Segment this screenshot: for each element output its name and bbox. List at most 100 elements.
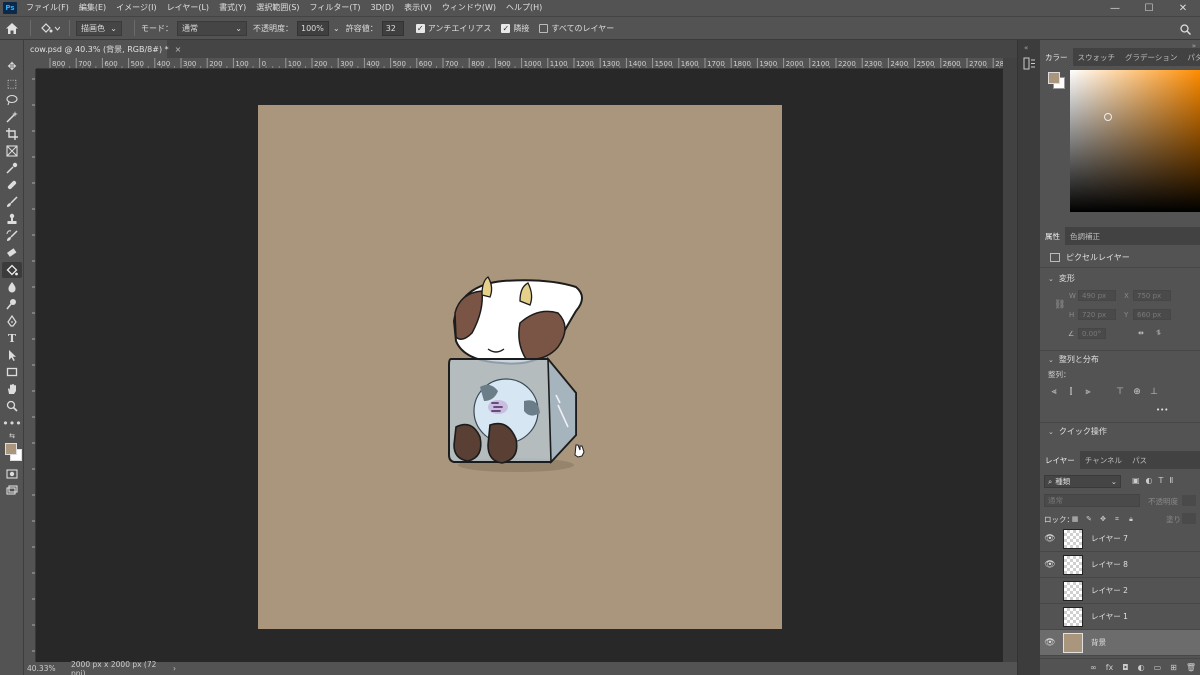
lock-artboard-icon[interactable]: ⌗ [1112,514,1122,524]
history-panel-icon[interactable] [1023,57,1036,73]
adjustment-icon[interactable]: ◐ [1138,663,1145,672]
eyedropper-icon[interactable] [2,160,22,176]
collapse-icon[interactable]: « [1024,44,1028,52]
menu-layer[interactable]: レイヤー(L) [162,0,214,16]
tab-layers[interactable]: レイヤー [1040,451,1080,469]
tab-gradients[interactable]: グラデーション [1120,48,1182,66]
fx-icon[interactable]: fx [1106,663,1114,672]
swap-colors-icon[interactable]: ⇆ [2,432,22,440]
expand-panels-icon[interactable]: » [1192,42,1196,50]
all-layers-checkbox[interactable] [539,23,549,33]
layer-row[interactable]: 👁︎ レイヤー 2 [1040,578,1200,604]
menu-window[interactable]: ウィンドウ(W) [437,0,501,16]
menu-edit[interactable]: 編集(E) [74,0,111,16]
transform-section-header[interactable]: ⌄ 変形 [1048,273,1075,284]
flip-vertical-icon[interactable]: ⥮ [1156,329,1161,338]
path-selection-icon[interactable] [2,347,22,363]
menu-filter[interactable]: フィルター(T) [305,0,366,16]
antialias-checkbox[interactable]: ✓ [415,23,425,33]
mask-icon[interactable]: ◘ [1122,663,1128,672]
horizontal-ruler[interactable]: 800 700 600 500 400 300 200 100 0 100 200 300 400 500… [36,58,1003,69]
align-top-icon[interactable]: ⊤ [1114,386,1126,398]
zoom-icon[interactable] [2,398,22,414]
zoom-level[interactable]: 40.33% [27,664,67,673]
marquee-icon[interactable]: ⬚ [2,75,22,91]
foreground-color-chip[interactable] [1048,72,1060,84]
document-canvas[interactable] [258,105,782,629]
visibility-eye-off-icon[interactable]: 👁︎ [1040,604,1060,630]
pen-icon[interactable] [2,313,22,329]
tab-swatches[interactable]: スウォッチ [1073,48,1121,66]
align-middle-icon[interactable]: ⊕ [1131,386,1143,398]
history-brush-icon[interactable] [2,228,22,244]
type-icon[interactable]: T [2,330,22,346]
minimize-button[interactable]: — [1098,0,1132,16]
layer-row[interactable]: 👁︎ レイヤー 1 [1040,604,1200,630]
frame-icon[interactable] [2,143,22,159]
color-picker-cursor[interactable] [1104,113,1112,121]
trash-icon[interactable]: 🗑︎ [1186,663,1196,672]
menu-type[interactable]: 書式(Y) [214,0,251,16]
ruler-corner[interactable] [24,58,36,69]
tolerance-input[interactable]: 32 [381,20,404,36]
link-icon[interactable]: ∞ [1090,663,1097,672]
paint-bucket-icon[interactable] [2,262,22,278]
layer-opacity-field[interactable] [1182,495,1196,506]
dodge-icon[interactable] [2,296,22,312]
lock-image-icon[interactable]: ✎ [1084,514,1094,524]
menu-image[interactable]: イメージ(I) [111,0,161,16]
visibility-eye-icon[interactable]: 👁︎ [1040,526,1060,552]
search-icon[interactable] [1178,22,1192,36]
document-tab[interactable]: cow.psd @ 40.3% (背景, RGB/8#) * × [24,40,181,58]
tab-channels[interactable]: チャンネル [1080,451,1127,469]
fill-source-dropdown[interactable]: 描画色 ⌄ [76,20,122,36]
status-menu-arrow[interactable]: › [173,664,176,673]
magic-wand-icon[interactable] [2,109,22,125]
tab-color[interactable]: カラー [1040,48,1073,66]
visibility-eye-icon[interactable]: 👁︎ [1040,630,1060,656]
mode-dropdown[interactable]: 通常 ⌄ [177,20,247,36]
tab-paths[interactable]: パス [1127,451,1152,469]
menu-view[interactable]: 表示(V) [399,0,437,16]
vertical-ruler[interactable] [24,69,36,662]
layer-row[interactable]: 👁︎ レイヤー 8 [1040,552,1200,578]
angle-field[interactable]: 0.00° [1078,328,1106,339]
visibility-eye-off-icon[interactable]: 👁︎ [1040,578,1060,604]
contiguous-checkbox[interactable]: ✓ [501,23,511,33]
lock-all-icon[interactable]: 🔒︎ [1126,514,1136,524]
chevron-down-icon[interactable]: ⌄ [333,24,340,33]
align-section-header[interactable]: ⌄ 整列と分布 [1048,354,1099,365]
lock-position-icon[interactable]: ✥ [1098,514,1108,524]
close-window-button[interactable]: ✕ [1166,0,1200,16]
width-field[interactable]: 490 px [1078,290,1116,301]
lock-transparent-icon[interactable]: ▦ [1070,514,1080,524]
brush-icon[interactable] [2,194,22,210]
align-center-icon[interactable]: ⫿ [1065,386,1077,398]
blur-icon[interactable] [2,279,22,295]
layer-row-selected[interactable]: 👁︎ 背景 [1040,630,1200,656]
more-icon[interactable]: ••• [2,415,22,431]
layer-row[interactable]: 👁︎ レイヤー 7 [1040,526,1200,552]
new-layer-icon[interactable]: ⊞ [1170,663,1177,672]
height-field[interactable]: 720 px [1078,309,1116,320]
flip-horizontal-icon[interactable]: ⇹ [1138,329,1144,337]
quick-mask-icon[interactable] [2,466,22,482]
menu-file[interactable]: ファイル(F) [21,0,74,16]
tab-adjustments[interactable]: 色調補正 [1065,227,1105,245]
paint-bucket-preset-icon[interactable] [37,22,63,34]
quick-actions-header[interactable]: ⌄ クイック操作 [1048,426,1107,437]
color-picker-field[interactable] [1070,70,1200,212]
align-bottom-icon[interactable]: ⊥ [1148,386,1160,398]
menu-help[interactable]: ヘルプ(H) [501,0,547,16]
align-left-icon[interactable]: ⫷ [1048,386,1060,398]
layer-filter-dropdown[interactable]: ⌕ 種類 ⌄ [1044,475,1121,488]
close-tab-icon[interactable]: × [175,45,182,54]
rectangle-icon[interactable] [2,364,22,380]
more-options-icon[interactable]: ••• [1156,406,1168,414]
clone-stamp-icon[interactable] [2,211,22,227]
move-icon[interactable]: ✥ [2,58,22,74]
home-icon[interactable] [0,22,24,34]
tab-patterns[interactable]: パターン [1182,48,1200,66]
visibility-eye-icon[interactable]: 👁︎ [1040,552,1060,578]
foreground-color-swatch[interactable] [5,443,17,455]
